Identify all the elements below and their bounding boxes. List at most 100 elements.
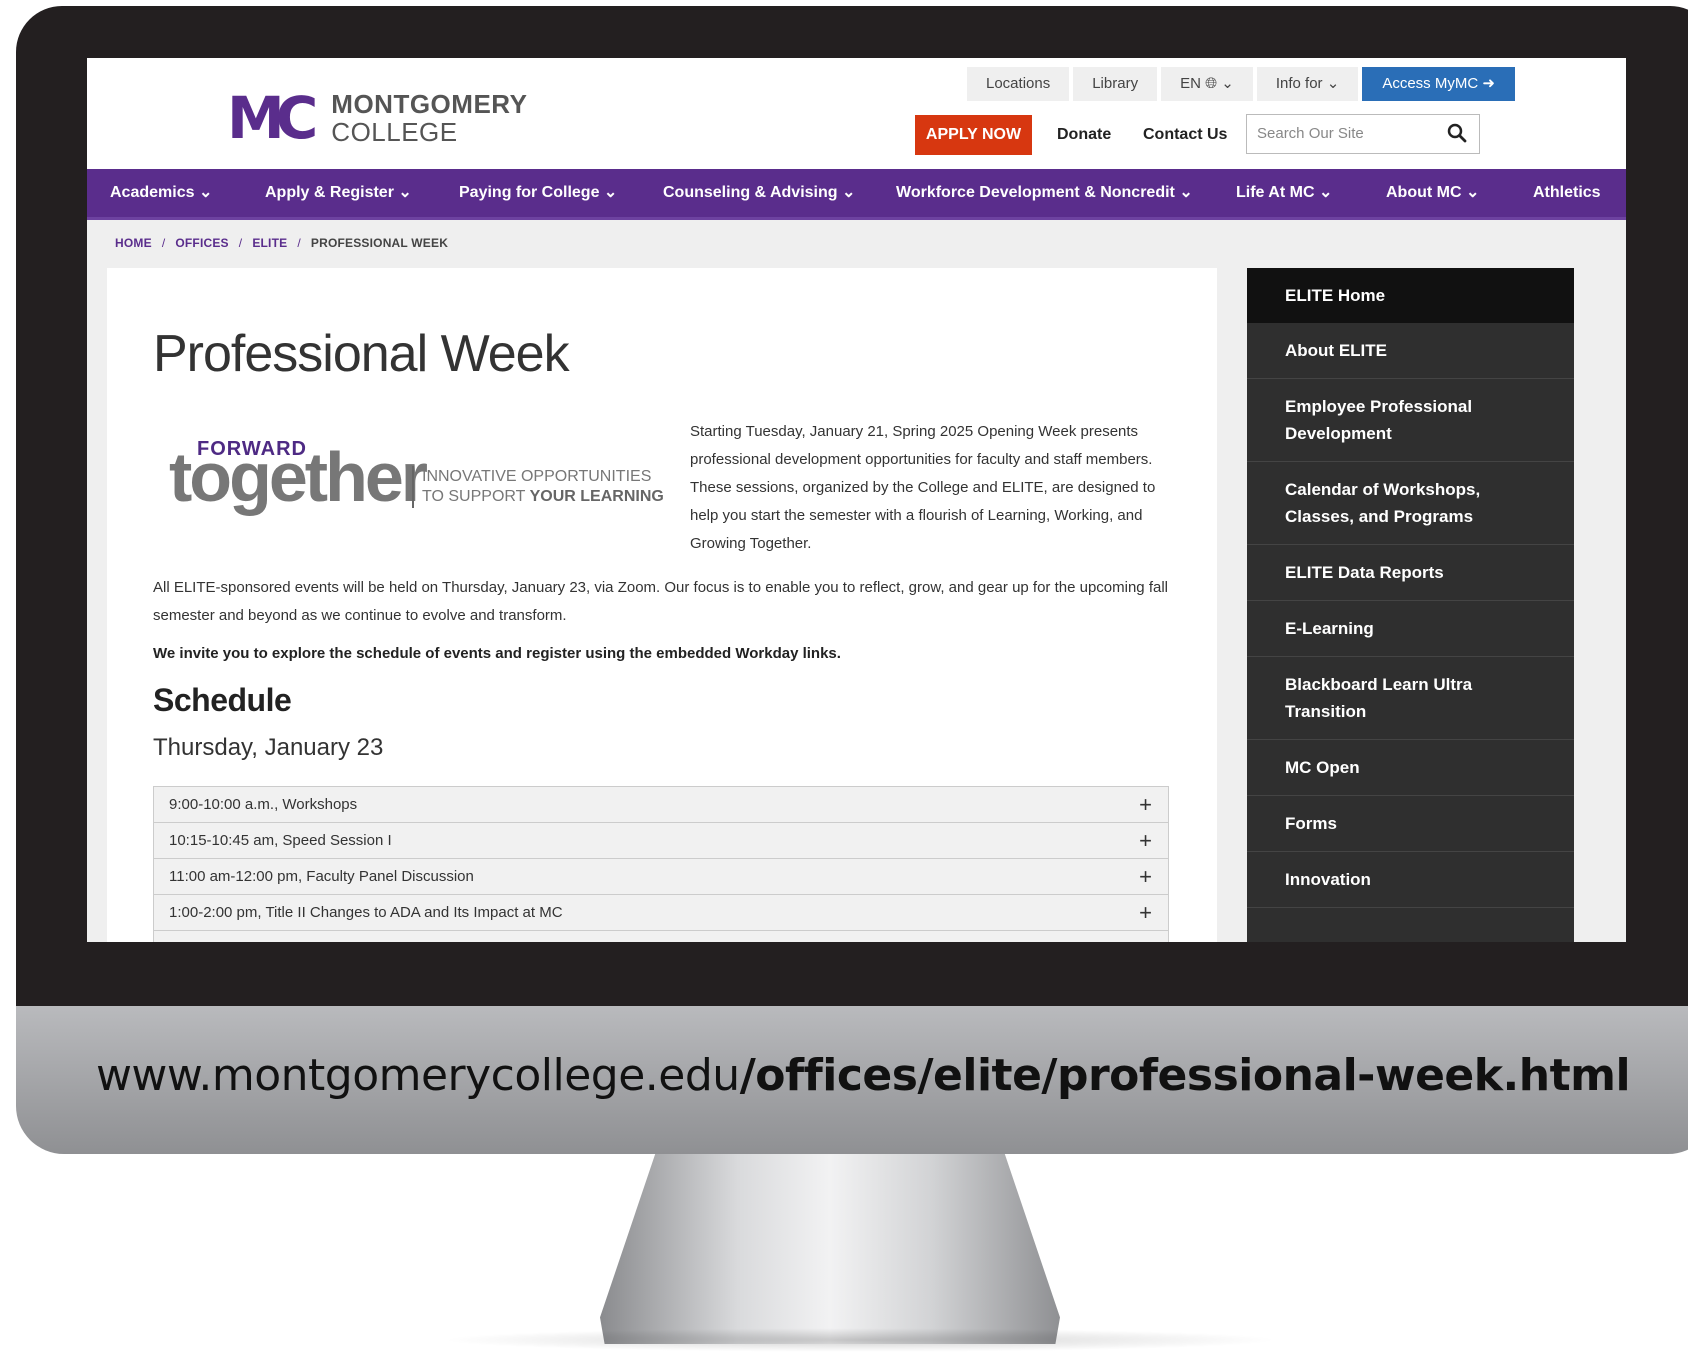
accordion-label: 9:00-10:00 a.m., Workshops — [169, 796, 358, 813]
contact-us-link[interactable]: Contact Us — [1143, 115, 1227, 155]
accordion-label: 1:00-2:00 pm, Title II Changes to ADA an… — [169, 904, 563, 921]
logo-mark: MC — [227, 84, 318, 152]
locations-link[interactable]: Locations — [967, 67, 1070, 101]
nav-life-at-mc[interactable]: Life At MC ⌄ — [1236, 169, 1332, 217]
accordion-row[interactable]: 10:15-10:45 am, Speed Session I + — [153, 823, 1169, 859]
accordion-row-partial[interactable]: + — [153, 931, 1169, 942]
info-for-label: Info for — [1275, 75, 1323, 92]
main-content: Professional Week FORWARD together INNOV… — [107, 268, 1217, 942]
banner-tagline-1: INNOVATIVE OPPORTUNITIES — [422, 468, 652, 485]
url-domain: www.montgomerycollege.edu — [95, 1050, 740, 1101]
monitor-stand — [600, 1154, 1060, 1344]
nav-paying-for-college[interactable]: Paying for College ⌄ — [459, 169, 617, 217]
utility-nav: Locations Library EN 🌐︎ ⌄ Info for ⌄ Acc… — [967, 67, 1515, 101]
schedule-heading: Schedule — [153, 682, 292, 718]
accordion-row[interactable]: 11:00 am-12:00 pm, Faculty Panel Discuss… — [153, 859, 1169, 895]
accordion-label: 11:00 am-12:00 pm, Faculty Panel Discuss… — [169, 868, 474, 885]
url-caption: www.montgomerycollege.edu/offices/elite/… — [0, 1050, 1688, 1101]
banner-tagline-2-prefix: TO SUPPORT — [422, 488, 530, 505]
donate-link[interactable]: Donate — [1057, 115, 1111, 155]
language-label: EN — [1180, 75, 1201, 92]
nav-workforce-development[interactable]: Workforce Development & Noncredit ⌄ — [896, 169, 1193, 217]
globe-icon: 🌐︎ — [1205, 75, 1218, 92]
sidebar-item-elite-home[interactable]: ELITE Home — [1247, 268, 1574, 323]
access-label: Access MyMC — [1382, 75, 1479, 92]
search-box — [1246, 114, 1480, 154]
breadcrumb-separator: / — [297, 236, 301, 250]
logo-line-1: MONTGOMERY — [331, 89, 528, 119]
accordion-row[interactable]: 1:00-2:00 pm, Title II Changes to ADA an… — [153, 895, 1169, 931]
nav-academics[interactable]: Academics ⌄ — [110, 169, 212, 217]
chevron-down-icon: ⌄ — [603, 184, 618, 201]
sidebar-item-mc-open[interactable]: MC Open — [1247, 740, 1574, 796]
nav-apply-register[interactable]: Apply & Register ⌄ — [265, 169, 412, 217]
nav-label: Paying for College — [459, 184, 600, 201]
banner-divider — [412, 466, 414, 508]
breadcrumb-separator: / — [238, 236, 243, 250]
library-link[interactable]: Library — [1073, 67, 1158, 101]
banner-tagline-2-bold: YOUR LEARNING — [529, 488, 664, 505]
sidebar-item-e-learning[interactable]: E-Learning — [1247, 601, 1574, 657]
plus-icon: + — [1139, 931, 1152, 942]
accordion-row[interactable]: 9:00-10:00 a.m., Workshops + — [153, 787, 1169, 823]
invite-paragraph: We invite you to explore the schedule of… — [153, 645, 841, 662]
breadcrumb-current: PROFESSIONAL WEEK — [310, 236, 449, 250]
logo-wordmark: MONTGOMERY COLLEGE — [331, 91, 527, 145]
site-header: MC MONTGOMERY COLLEGE Locations Library … — [87, 58, 1626, 169]
plus-icon: + — [1139, 864, 1152, 889]
breadcrumb: HOME / OFFICES / ELITE / PROFESSIONAL WEEK — [115, 236, 448, 250]
nav-label: Workforce Development & Noncredit — [896, 184, 1175, 201]
day-heading: Thursday, January 23 — [153, 734, 384, 761]
search-input[interactable] — [1247, 115, 1447, 151]
chevron-down-icon: ⌄ — [398, 184, 412, 201]
forward-together-banner: FORWARD together INNOVATIVE OPPORTUNITIE… — [169, 438, 669, 518]
apply-now-button[interactable]: APPLY NOW — [915, 115, 1032, 155]
breadcrumb-home[interactable]: HOME — [115, 236, 152, 250]
accordion-label: 10:15-10:45 am, Speed Session I — [169, 832, 392, 849]
nav-counseling-advising[interactable]: Counseling & Advising ⌄ — [663, 169, 855, 217]
breadcrumb-separator: / — [161, 236, 166, 250]
nav-label: About MC — [1386, 184, 1462, 201]
plus-icon: + — [1139, 828, 1152, 853]
events-paragraph: All ELITE-sponsored events will be held … — [153, 579, 1168, 624]
chevron-down-icon: ⌄ — [841, 184, 856, 201]
breadcrumb-elite[interactable]: ELITE — [252, 236, 287, 250]
intro-paragraph: Starting Tuesday, January 21, Spring 202… — [690, 423, 1156, 552]
nav-about-mc[interactable]: About MC ⌄ — [1386, 169, 1479, 217]
stand-shadow — [440, 1328, 1280, 1352]
sidebar-item-employee-development[interactable]: Employee Professional Development — [1247, 379, 1574, 462]
search-icon[interactable] — [1447, 123, 1467, 143]
nav-athletics[interactable]: Athletics — [1533, 169, 1601, 217]
plus-icon: + — [1139, 900, 1152, 925]
sidebar-item-about-elite[interactable]: About ELITE — [1247, 323, 1574, 379]
main-nav: Academics ⌄ Apply & Register ⌄ Paying fo… — [87, 169, 1626, 220]
sidebar-item-blackboard[interactable]: Blackboard Learn Ultra Transition — [1247, 657, 1574, 740]
banner-tagline-2: TO SUPPORT YOUR LEARNING — [422, 488, 664, 506]
chevron-down-icon: ⌄ — [1221, 75, 1234, 92]
nav-label: Life At MC — [1236, 184, 1315, 201]
page-title: Professional Week — [153, 325, 570, 383]
section-sidebar: ELITE Home About ELITE Employee Professi… — [1247, 268, 1574, 942]
language-selector[interactable]: EN 🌐︎ ⌄ — [1161, 67, 1253, 101]
chevron-down-icon: ⌄ — [198, 184, 213, 201]
schedule-accordion: 9:00-10:00 a.m., Workshops + 10:15-10:45 … — [153, 786, 1169, 942]
sidebar-item-data-reports[interactable]: ELITE Data Reports — [1247, 545, 1574, 601]
chevron-down-icon: ⌄ — [1465, 184, 1480, 201]
chevron-down-icon: ⌄ — [1179, 184, 1193, 201]
browser-screen: MC MONTGOMERY COLLEGE Locations Library … — [87, 58, 1626, 942]
sidebar-item-calendar[interactable]: Calendar of Workshops, Classes, and Prog… — [1247, 462, 1574, 545]
sidebar-item-innovation[interactable]: Innovation — [1247, 852, 1574, 908]
url-path: /offices/elite/professional-week.html — [739, 1050, 1631, 1101]
chevron-down-icon: ⌄ — [1318, 184, 1333, 201]
access-mymc-button[interactable]: Access MyMC ➜ — [1362, 67, 1515, 101]
banner-together: together — [169, 438, 428, 516]
plus-icon: + — [1139, 792, 1152, 817]
chevron-down-icon: ⌄ — [1326, 75, 1340, 92]
breadcrumb-offices[interactable]: OFFICES — [175, 236, 228, 250]
sidebar-item-forms[interactable]: Forms — [1247, 796, 1574, 852]
sign-in-icon: ➜ — [1482, 75, 1495, 92]
nav-label: Apply & Register — [265, 184, 394, 201]
college-logo[interactable]: MC MONTGOMERY COLLEGE — [227, 88, 527, 148]
info-for-menu[interactable]: Info for ⌄ — [1256, 67, 1359, 101]
logo-line-2: COLLEGE — [331, 117, 458, 147]
